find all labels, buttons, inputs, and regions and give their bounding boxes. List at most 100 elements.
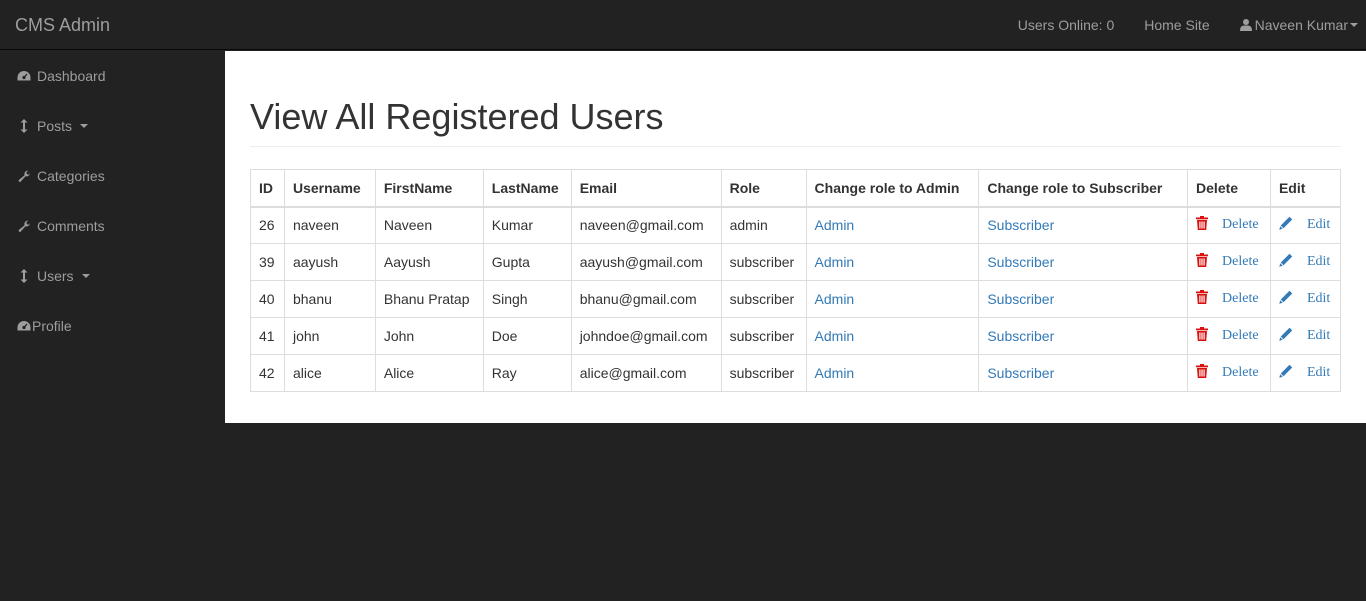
sidebar-item-categories[interactable]: Categories [0, 151, 225, 201]
cell-lastname: Kumar [482, 206, 572, 244]
make-subscriber-link[interactable]: Subscriber [987, 291, 1054, 307]
vertical-arrows-icon [17, 119, 31, 133]
edit-user-button[interactable]: Edit [1279, 253, 1330, 270]
table-row: 42 alice Alice Ray alice@gmail.com subsc… [250, 354, 1342, 392]
cell-id: 40 [250, 280, 285, 318]
delete-label: Delete [1222, 291, 1259, 306]
cell-firstname: John [374, 317, 484, 355]
delete-label: Delete [1222, 254, 1259, 269]
cell-change-role-admin: Admin [805, 280, 980, 318]
sidebar-item-label: Comments [37, 218, 105, 234]
user-icon [1239, 18, 1252, 32]
edit-user-button[interactable]: Edit [1279, 364, 1331, 381]
sidebar-item-label: Users [37, 268, 74, 284]
chevron-down-icon [81, 274, 90, 278]
table-row: 41 john John Doe johndoe@gmail.com subsc… [250, 317, 1342, 355]
make-subscriber-link[interactable]: Subscriber [987, 365, 1054, 381]
cell-lastname: Doe [482, 317, 572, 355]
column-header-edit: Edit [1269, 169, 1342, 208]
sidebar-item-profile[interactable]: Profile [0, 301, 225, 351]
brand-link[interactable]: CMS Admin [15, 15, 110, 35]
column-header-delete: Delete [1187, 169, 1271, 208]
make-subscriber-link[interactable]: Subscriber [987, 254, 1054, 270]
edit-label: Edit [1306, 217, 1331, 233]
sidebar-item-label: Dashboard [37, 68, 106, 84]
make-admin-link[interactable]: Admin [815, 254, 855, 270]
make-admin-link[interactable]: Admin [815, 217, 855, 233]
trash-icon [1196, 253, 1210, 267]
cell-change-role-subscriber: Subscriber [978, 206, 1189, 244]
table-row: 40 bhanu Bhanu Pratap Singh bhanu@gmail.… [250, 280, 1342, 318]
cell-delete: Delete [1187, 354, 1271, 392]
column-header-username: Username [283, 169, 376, 208]
cell-lastname: Gupta [482, 243, 572, 281]
delete-label: Delete [1222, 365, 1259, 380]
cell-firstname: Naveen [374, 206, 484, 244]
delete-user-button[interactable]: Delete [1196, 364, 1259, 381]
delete-user-button[interactable]: Delete [1196, 216, 1259, 233]
make-subscriber-link[interactable]: Subscriber [987, 328, 1054, 344]
cell-change-role-admin: Admin [805, 354, 980, 392]
users-table-body: 26 naveen Naveen Kumar naveen@gmail.com … [250, 206, 1342, 392]
make-admin-link[interactable]: Admin [815, 365, 855, 381]
cell-delete: Delete [1187, 280, 1271, 318]
pencil-icon [1279, 327, 1293, 341]
delete-user-button[interactable]: Delete [1196, 327, 1259, 344]
pencil-icon [1279, 216, 1293, 230]
cell-username: alice [283, 354, 376, 392]
top-nav-right: Users Online: 0 Home Site Naveen Kumar [1003, 0, 1366, 50]
column-header-role: Role [720, 169, 807, 208]
cell-username: aayush [283, 243, 376, 281]
cell-lastname: Ray [482, 354, 572, 392]
user-name-label: Naveen Kumar [1254, 17, 1348, 33]
vertical-arrows-icon [17, 269, 31, 283]
edit-user-button[interactable]: Edit [1279, 327, 1331, 344]
make-admin-link[interactable]: Admin [815, 328, 855, 344]
column-header-change-role-admin: Change role to Admin [805, 169, 980, 208]
sidebar-item-posts[interactable]: Posts [0, 101, 225, 151]
cell-change-role-subscriber: Subscriber [978, 243, 1189, 281]
cell-username: john [283, 317, 376, 355]
cell-edit: Edit [1269, 280, 1342, 318]
make-admin-link[interactable]: Admin [815, 291, 855, 307]
sidebar-item-label: Posts [37, 118, 73, 134]
sidebar-item-comments[interactable]: Comments [0, 201, 225, 251]
sidebar-item-label: Categories [37, 168, 105, 184]
edit-label: Edit [1306, 365, 1331, 380]
page-title: View All Registered Users [250, 96, 664, 137]
delete-label: Delete [1222, 328, 1259, 343]
delete-user-button[interactable]: Delete [1196, 253, 1259, 270]
edit-user-button[interactable]: Edit [1279, 290, 1331, 307]
column-header-id: ID [250, 169, 285, 208]
column-header-firstname: FirstName [374, 169, 484, 208]
sidebar-item-dashboard[interactable]: Dashboard [0, 51, 225, 101]
cell-id: 39 [250, 243, 285, 281]
table-row: 26 naveen Naveen Kumar naveen@gmail.com … [250, 206, 1342, 244]
cell-change-role-admin: Admin [805, 243, 980, 281]
pencil-icon [1279, 364, 1293, 378]
home-site-link[interactable]: Home Site [1129, 0, 1224, 50]
cell-email: alice@gmail.com [570, 354, 722, 392]
delete-user-button[interactable]: Delete [1196, 290, 1259, 307]
cell-email: johndoe@gmail.com [570, 317, 722, 355]
page-header: View All Registered Users [250, 97, 1341, 147]
column-header-lastname: LastName [482, 169, 572, 208]
cell-username: bhanu [283, 280, 376, 318]
trash-icon [1196, 216, 1210, 231]
dashboard-icon [17, 69, 31, 83]
edit-label: Edit [1306, 328, 1331, 343]
users-table: ID Username FirstName LastName Email Rol… [250, 169, 1342, 392]
top-navbar: CMS Admin Users Online: 0 Home Site Nave… [0, 0, 1366, 50]
cell-edit: Edit [1269, 354, 1342, 392]
sidebar-item-users[interactable]: Users [0, 251, 225, 301]
user-menu-dropdown[interactable]: Naveen Kumar [1225, 0, 1366, 50]
column-header-email: Email [570, 169, 722, 208]
edit-user-button[interactable]: Edit [1279, 217, 1330, 233]
edit-label: Edit [1306, 291, 1331, 306]
table-header-row: ID Username FirstName LastName Email Rol… [250, 169, 1342, 208]
make-subscriber-link[interactable]: Subscriber [987, 217, 1054, 233]
cell-role: subscriber [720, 354, 807, 392]
sidebar: Dashboard Posts Categories Comments User… [0, 51, 225, 601]
cell-firstname: Bhanu Pratap [374, 280, 484, 318]
cell-username: naveen [283, 206, 376, 244]
